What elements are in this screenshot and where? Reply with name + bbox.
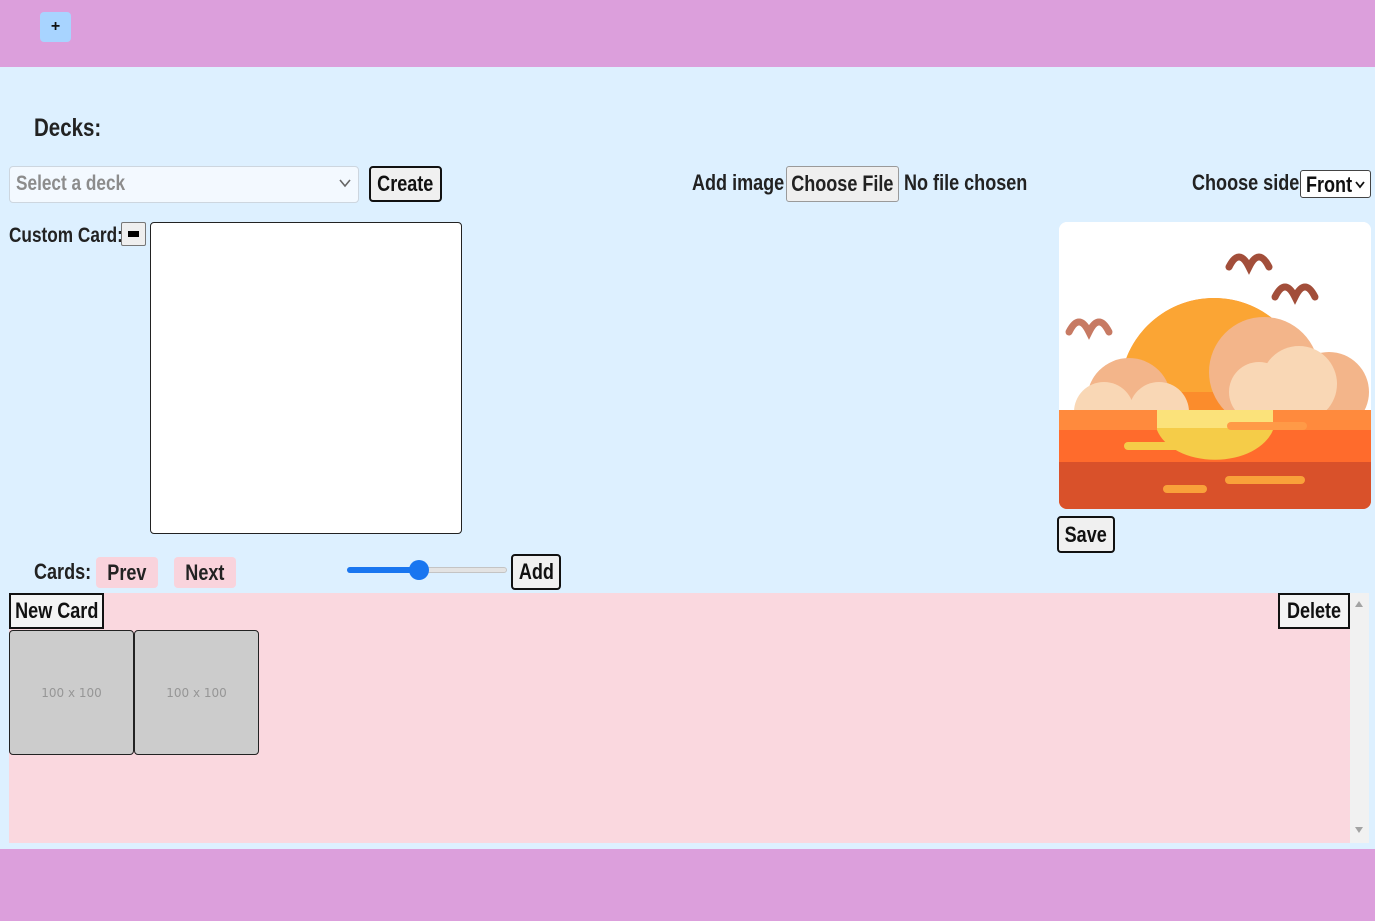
side-select[interactable]: Front xyxy=(1300,170,1371,198)
save-button[interactable]: Save xyxy=(1057,516,1115,553)
top-bar: + xyxy=(0,0,1375,67)
cards-panel-scrollbar[interactable] xyxy=(1350,593,1369,843)
deck-select[interactable]: Select a deck xyxy=(9,166,359,203)
add-button[interactable]: + xyxy=(40,12,71,42)
scroll-down-arrow-icon[interactable] xyxy=(1355,827,1363,833)
color-picker[interactable] xyxy=(121,222,146,246)
thumbnail-placeholder-text: 100 x 100 xyxy=(166,685,227,700)
card-preview-image xyxy=(1059,222,1371,509)
add-card-button[interactable]: Add xyxy=(511,554,561,590)
chevron-down-icon xyxy=(1355,181,1365,189)
color-swatch-fill xyxy=(128,231,139,237)
card-thumbnail[interactable]: 100 x 100 xyxy=(134,630,259,755)
file-status: No file chosen xyxy=(904,170,1028,195)
card-thumbnail[interactable]: 100 x 100 xyxy=(9,630,134,755)
drawing-canvas[interactable] xyxy=(150,222,462,534)
prev-button[interactable]: Prev xyxy=(96,557,158,588)
scroll-up-arrow-icon[interactable] xyxy=(1355,601,1363,607)
plus-icon: + xyxy=(50,18,61,35)
create-deck-button[interactable]: Create xyxy=(369,166,442,202)
decks-heading: Decks: xyxy=(34,114,102,142)
thumbnail-placeholder-text: 100 x 100 xyxy=(41,685,102,700)
new-card-button[interactable]: New Card xyxy=(9,593,104,629)
delete-button[interactable]: Delete xyxy=(1278,593,1350,629)
bottom-bar xyxy=(0,849,1375,921)
size-slider[interactable] xyxy=(347,560,507,580)
slider-thumb[interactable] xyxy=(409,560,429,580)
chevron-down-icon xyxy=(339,179,351,188)
choose-file-button[interactable]: Choose File xyxy=(786,166,899,202)
deck-select-placeholder: Select a deck xyxy=(16,172,126,195)
cards-label: Cards: xyxy=(34,559,92,584)
sunset-illustration xyxy=(1059,222,1371,509)
side-select-value: Front xyxy=(1306,172,1353,197)
next-button[interactable]: Next xyxy=(174,557,236,588)
